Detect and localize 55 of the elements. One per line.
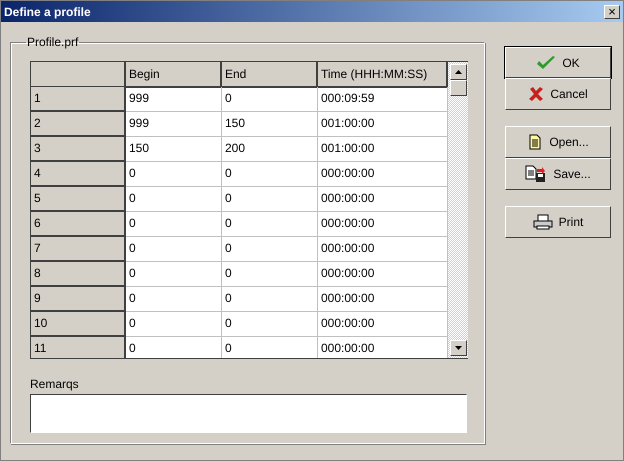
table-cell[interactable]: 0 (126, 187, 222, 212)
row-header: 4 (31, 162, 126, 187)
window-title: Define a profile (4, 4, 91, 18)
column-header: Time (HHH:MM:SS) (318, 62, 448, 88)
save-button[interactable]: Save... (505, 158, 611, 190)
table-cell[interactable]: 0 (222, 212, 318, 237)
print-button[interactable]: Print (505, 206, 611, 238)
column-header: Begin (126, 62, 222, 88)
row-header: 6 (31, 212, 126, 237)
table-cell[interactable]: 150 (222, 112, 318, 137)
table-cell[interactable]: 0 (222, 187, 318, 212)
table-cell[interactable]: 0 (126, 237, 222, 262)
table-cell[interactable]: 0 (222, 237, 318, 262)
table-cell[interactable]: 0 (126, 312, 222, 337)
checkmark-icon (536, 54, 556, 70)
remarks-label: Remarqs (30, 377, 80, 391)
table-cell[interactable]: 999 (126, 87, 222, 112)
table-cell[interactable]: 0 (222, 87, 318, 112)
row-header: 11 (31, 337, 126, 358)
row-header: 10 (31, 312, 126, 337)
up-arrow-icon (454, 70, 462, 74)
table-cell[interactable]: 999 (126, 112, 222, 137)
scrollbar[interactable] (448, 62, 468, 358)
document-icon (527, 134, 544, 150)
row-header: 2 (31, 112, 126, 137)
group-title: Profile.prf (26, 35, 80, 49)
cancel-button[interactable]: Cancel (505, 78, 611, 110)
x-icon (528, 86, 544, 102)
table-cell[interactable]: 0 (222, 162, 318, 187)
table-cell[interactable]: 0 (222, 337, 318, 358)
row-header: 3 (31, 137, 126, 162)
table-cell[interactable]: 0 (222, 287, 318, 312)
row-header: 5 (31, 187, 126, 212)
table-cell[interactable]: 0 (126, 262, 222, 287)
close-button[interactable]: × (604, 4, 620, 18)
document-floppy-icon (525, 165, 548, 183)
printer-icon (532, 214, 553, 230)
table-cell[interactable]: 0 (222, 312, 318, 337)
table-cell[interactable]: 0 (222, 262, 318, 287)
table-cell[interactable]: 0 (126, 287, 222, 312)
ok-button[interactable]: OK (505, 47, 611, 78)
scroll-thumb[interactable] (450, 80, 466, 96)
table-cell[interactable]: 0 (126, 337, 222, 358)
column-header: End (222, 62, 318, 88)
row-header: 9 (31, 287, 126, 312)
row-header: 8 (31, 262, 126, 287)
row-header: 1 (31, 87, 126, 112)
open-button[interactable]: Open... (505, 126, 611, 158)
down-arrow-icon (454, 346, 462, 350)
table-cell[interactable]: 200 (222, 137, 318, 162)
table-cell[interactable]: 0 (126, 162, 222, 187)
row-header: 7 (31, 237, 126, 262)
table-cell[interactable]: 150 (126, 137, 222, 162)
table-cell[interactable]: 0 (126, 212, 222, 237)
remarks-field[interactable] (30, 394, 467, 433)
